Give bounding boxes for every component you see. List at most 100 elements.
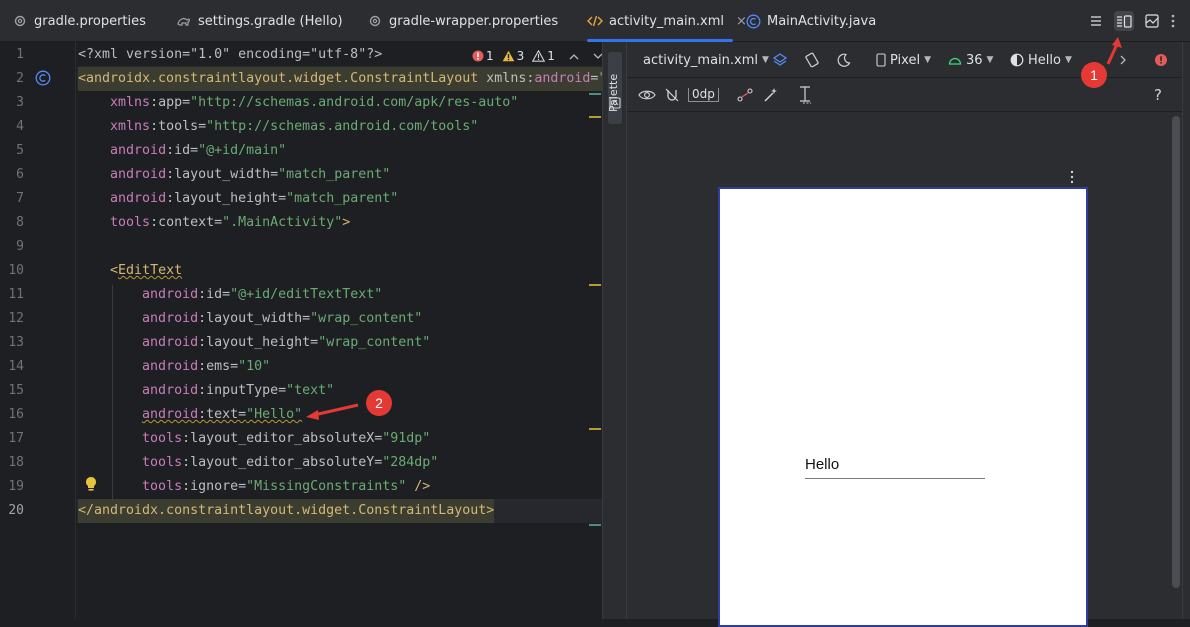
code-line-16: android:text="Hello" <box>142 407 303 422</box>
line-number: 20 <box>8 503 24 518</box>
line-number: 18 <box>8 455 24 470</box>
line-number: 14 <box>8 359 24 374</box>
code-line-12: android:layout_width="wrap_content" <box>142 311 423 326</box>
preview-edittext[interactable]: Hello <box>805 456 985 479</box>
xml-icon <box>587 13 603 29</box>
more-options-icon[interactable] <box>1070 169 1074 188</box>
code-editor[interactable]: 1 2 3 4 5 6 7 8 9 10 11 12 13 14 15 16 1… <box>0 42 602 619</box>
code-line-1: <?xml version="1.0" encoding="utf-8"?> <box>78 47 383 62</box>
theme-selector[interactable]: Hello ▼ <box>1010 42 1072 78</box>
design-view-icon[interactable] <box>1142 11 1162 31</box>
caret-marker <box>589 524 601 526</box>
code-line-17: tools:layout_editor_absoluteX="91dp" <box>142 431 431 446</box>
annotation-badge-1: 1 <box>1081 62 1107 88</box>
right-tool-strip <box>1182 42 1190 619</box>
line-number: 13 <box>8 335 24 350</box>
code-line-3: xmlns:app="http://schemas.android.com/ap… <box>110 95 519 110</box>
clear-constraints-icon[interactable] <box>737 78 753 112</box>
file-selector[interactable]: activity_main.xml ▼ <box>643 42 769 78</box>
code-line-14: android:ems="10" <box>142 359 271 374</box>
weak-warning-icon <box>532 50 546 62</box>
tab-label: MainActivity.java <box>767 13 877 29</box>
gradle-icon <box>176 13 192 29</box>
scrollbar-thumb[interactable] <box>1172 116 1180 588</box>
eye-icon[interactable] <box>638 78 656 112</box>
editor-tab-bar: gradle.properties settings.gradle (Hello… <box>0 0 1190 42</box>
line-number: 9 <box>16 239 24 254</box>
code-line-10: <EditText <box>110 263 183 278</box>
tab-label: gradle-wrapper.properties <box>389 13 559 29</box>
code-line-18: tools:layout_editor_absoluteY="284dp" <box>142 455 439 470</box>
line-number: 6 <box>16 167 24 182</box>
code-line-6: android:layout_width="match_parent" <box>110 167 391 182</box>
class-icon <box>745 13 761 29</box>
tab-activity-main-xml[interactable]: activity_main.xml × <box>587 0 747 42</box>
line-number: 2 <box>16 71 24 86</box>
design-subtoolbar: 0dp ? <box>627 78 1190 112</box>
info-marker <box>589 93 601 95</box>
line-number: 17 <box>8 431 24 446</box>
class-gutter-icon[interactable] <box>35 70 51 90</box>
gear-icon <box>367 13 383 29</box>
line-number: 8 <box>16 215 24 230</box>
default-margin-selector[interactable]: 0dp <box>688 78 719 112</box>
line-number: 10 <box>8 263 24 278</box>
warning-marker[interactable] <box>589 284 601 286</box>
tab-mainactivity-java[interactable]: MainActivity.java <box>745 0 876 42</box>
theme-icon <box>1010 53 1024 67</box>
line-number: 1 <box>16 47 24 62</box>
palette-icon <box>609 94 621 113</box>
chevron-up-icon[interactable] <box>569 53 579 60</box>
line-number: 12 <box>8 311 24 326</box>
code-line-20: </androidx.constraintlayout.widget.Const… <box>78 499 495 523</box>
layers-icon[interactable] <box>772 42 788 78</box>
split-view-icon[interactable] <box>1114 11 1134 31</box>
line-number: 11 <box>8 287 24 302</box>
tab-gradle-wrapper-properties[interactable]: gradle-wrapper.properties <box>367 0 558 42</box>
magnet-off-icon[interactable] <box>664 78 680 112</box>
palette-panel[interactable]: Palette <box>602 42 627 619</box>
line-number: 15 <box>8 383 24 398</box>
api-level-selector[interactable]: 36 ▼ <box>948 42 993 78</box>
line-number: 7 <box>16 191 24 206</box>
orientation-icon[interactable] <box>804 42 820 78</box>
render-error-icon[interactable] <box>1154 42 1168 78</box>
line-number: 16 <box>8 407 24 422</box>
warning-marker[interactable] <box>589 116 601 118</box>
code-line-4: xmlns:tools="http://schemas.android.com/… <box>110 119 479 134</box>
night-mode-icon[interactable] <box>837 42 851 78</box>
device-selector[interactable]: Pixel ▼ <box>876 42 931 78</box>
tab-gradle-properties[interactable]: gradle.properties <box>12 0 146 42</box>
device-preview[interactable]: Hello <box>718 187 1088 627</box>
baseline-icon[interactable] <box>798 78 812 112</box>
line-number: 19 <box>8 479 24 494</box>
code-line-8: tools:context=".MainActivity"> <box>110 215 351 230</box>
code-line-15: android:inputType="text" <box>142 383 335 398</box>
inspection-widget[interactable]: 1 3 1 <box>470 47 603 65</box>
code-line-13: android:layout_height="wrap_content" <box>142 335 431 350</box>
annotation-badge-2: 2 <box>366 390 392 416</box>
line-number: 3 <box>16 95 24 110</box>
tab-label: gradle.properties <box>34 13 146 29</box>
error-count[interactable]: 1 <box>472 49 494 63</box>
chevron-down-icon: ▼ <box>762 55 769 65</box>
code-line-5: android:id="@+id/main" <box>110 143 287 158</box>
more-options-icon[interactable] <box>1166 11 1180 31</box>
design-pane: activity_main.xml▼ Pixel▼ 36▼ Hello▼ <box>627 42 1190 627</box>
tab-label: activity_main.xml <box>609 13 725 29</box>
weak-warning-count[interactable]: 1 <box>532 49 555 63</box>
design-canvas[interactable]: Hello <box>627 112 1172 627</box>
warning-marker[interactable] <box>589 428 601 430</box>
warning-count[interactable]: 3 <box>502 49 524 63</box>
chevron-right-icon[interactable] <box>1120 42 1127 78</box>
gear-icon <box>12 13 28 29</box>
help-icon[interactable]: ? <box>1154 78 1162 112</box>
magic-wand-icon[interactable] <box>763 78 779 112</box>
code-line-2: <androidx.constraintlayout.widget.Constr… <box>78 67 602 91</box>
code-view-icon[interactable] <box>1086 11 1106 31</box>
editor-gutter: 1 2 3 4 5 6 7 8 9 10 11 12 13 14 15 16 1… <box>0 42 96 619</box>
code-line-19: tools:ignore="MissingConstraints" /> <box>142 479 431 494</box>
warning-icon <box>502 50 514 62</box>
code-line-7: android:layout_height="match_parent" <box>110 191 399 206</box>
tab-settings-gradle[interactable]: settings.gradle (Hello) <box>176 0 343 42</box>
